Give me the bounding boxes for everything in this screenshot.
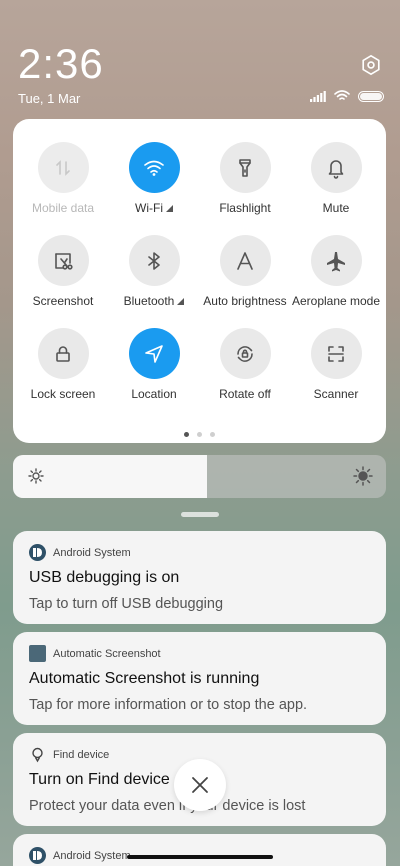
tile-label: Screenshot: [33, 294, 94, 308]
tile-label-text: Mute: [322, 201, 350, 215]
notification-body: Tap for more information or to stop the …: [29, 697, 308, 713]
cell-signal-icon: [310, 90, 326, 102]
tile-label: Lock screen: [31, 387, 96, 401]
page-dot: [184, 432, 189, 437]
tile-label: Mobile data: [32, 201, 94, 215]
notification-title: Automatic Screenshot is running: [29, 670, 260, 687]
wifi-status-icon: [334, 90, 350, 100]
auto-brightness-icon: [219, 235, 271, 286]
tile-mobile-data[interactable]: Mobile data: [18, 142, 109, 215]
lock-icon: [37, 328, 89, 379]
android-system-icon: [29, 544, 46, 561]
status-icons: [310, 90, 384, 102]
tile-scanner[interactable]: Scanner: [291, 328, 382, 401]
tile-label: Rotate off: [219, 387, 271, 401]
tile-label: Mute: [323, 201, 350, 215]
airplane-icon: [310, 235, 362, 286]
quick-settings-panel: Mobile data Wi-Fi Flashlight Mute Screenshot…: [13, 119, 386, 443]
tile-label: Flashlight: [219, 201, 270, 215]
page-dot: [197, 432, 202, 437]
tile-label-text: Aeroplane mode: [291, 294, 381, 308]
tile-label-text: Auto brightness: [203, 294, 287, 308]
notification-app-name: Android System: [53, 849, 131, 862]
wifi-icon: [128, 142, 180, 193]
screenshot-icon: [37, 235, 89, 286]
tile-label: Location: [131, 387, 176, 401]
notification-card[interactable]: Android System USB debugging is on Tap t…: [13, 531, 386, 624]
notification-body: Tap to turn off USB debugging: [29, 596, 224, 612]
flashlight-icon: [219, 142, 271, 193]
drag-handle[interactable]: [181, 512, 219, 517]
notification-title: USB debugging is on: [29, 569, 180, 586]
tile-label: Aeroplane mode: [292, 294, 380, 308]
clear-notifications-button[interactable]: [174, 759, 226, 811]
signal-strength-icon: [177, 297, 185, 305]
tile-screenshot[interactable]: Screenshot: [18, 235, 109, 308]
page-indicator: [13, 432, 386, 437]
tile-label: Bluetooth: [124, 294, 185, 308]
notification-app-name: Android System: [53, 546, 131, 559]
brightness-high-icon: [353, 466, 373, 486]
notification-app-row: Automatic Screenshot: [29, 645, 370, 662]
notification-card[interactable]: Android System: [13, 834, 386, 866]
signal-strength-icon: [165, 204, 173, 212]
page-dot: [210, 432, 215, 437]
tile-label-text: Rotate off: [219, 387, 271, 401]
bell-icon: [310, 142, 362, 193]
scanner-icon: [310, 328, 362, 379]
tile-label-text: Wi-Fi: [135, 201, 163, 215]
tile-location[interactable]: Location: [109, 328, 200, 401]
home-indicator[interactable]: [127, 855, 273, 859]
tile-label-text: Lock screen: [30, 387, 96, 401]
brightness-slider[interactable]: [13, 455, 386, 498]
android-system-icon: [29, 847, 46, 864]
tile-airplane[interactable]: Aeroplane mode: [291, 235, 382, 308]
bluetooth-icon: [128, 235, 180, 286]
location-icon: [128, 328, 180, 379]
tile-label-text: Screenshot: [32, 294, 94, 308]
tile-bell[interactable]: Mute: [291, 142, 382, 215]
find-device-icon: [32, 747, 43, 763]
automatic-screenshot-icon: [29, 645, 46, 662]
tile-label: Scanner: [314, 387, 359, 401]
notification-app-name: Find device: [53, 748, 110, 761]
tile-auto-brightness[interactable]: Auto brightness: [200, 235, 291, 308]
settings-gear-icon[interactable]: [360, 54, 382, 76]
tile-bluetooth[interactable]: Bluetooth: [109, 235, 200, 308]
tile-label-text: Location: [131, 387, 177, 401]
tile-label-text: Bluetooth: [123, 294, 175, 308]
tile-label: Auto brightness: [203, 294, 286, 308]
tile-lock[interactable]: Lock screen: [18, 328, 109, 401]
brightness-low-icon: [28, 468, 44, 484]
tile-rotate[interactable]: Rotate off: [200, 328, 291, 401]
tile-label-text: Mobile data: [31, 201, 95, 215]
tile-label-text: Scanner: [313, 387, 359, 401]
notification-app-row: Android System: [29, 544, 370, 561]
notification-app-name: Automatic Screenshot: [53, 647, 161, 660]
quick-settings-grid: Mobile data Wi-Fi Flashlight Mute Screenshot…: [13, 142, 386, 401]
date: Tue, 1 Mar: [18, 91, 81, 106]
tile-flashlight[interactable]: Flashlight: [200, 142, 291, 215]
clock: 2:36: [18, 40, 104, 87]
mobile-data-icon: [37, 142, 89, 193]
rotate-icon: [219, 328, 271, 379]
tile-label: Wi-Fi: [135, 201, 173, 215]
close-icon: [192, 777, 208, 793]
tile-wifi[interactable]: Wi-Fi: [109, 142, 200, 215]
notification-card[interactable]: Automatic Screenshot Automatic Screensho…: [13, 632, 386, 725]
tile-label-text: Flashlight: [219, 201, 271, 215]
battery-icon: [358, 90, 384, 102]
